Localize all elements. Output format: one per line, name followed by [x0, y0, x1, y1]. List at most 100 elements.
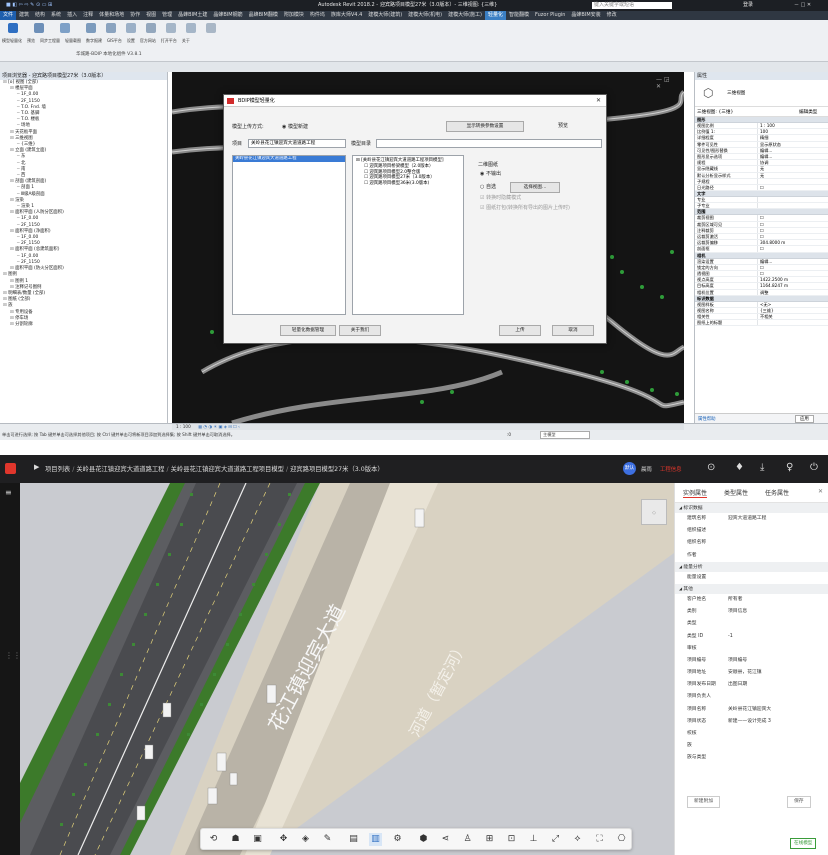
settings-icon[interactable]	[146, 23, 156, 33]
report-icon[interactable]	[106, 23, 116, 33]
ribbon-tab[interactable]: 建模大师(建筑)	[365, 11, 405, 20]
ribbon-button-label[interactable]: 关于	[182, 38, 190, 43]
share-icon[interactable]: ⋖	[439, 833, 452, 846]
ribbon-tab[interactable]: 族库大师V4.4	[328, 11, 365, 20]
property-value[interactable]: 编辑...	[757, 258, 828, 264]
web-3d-viewport[interactable]: 花江镇迎宾大道 河道（暂定河） ◇	[20, 483, 674, 855]
fullscreen-icon[interactable]: ⎔	[615, 833, 628, 846]
property-value[interactable]: 1164.8247 m	[757, 283, 828, 289]
preview-icon[interactable]	[34, 23, 44, 33]
user-badge[interactable]: 默认	[623, 462, 636, 475]
model-tree-icon[interactable]: ▤	[347, 833, 360, 846]
property-value[interactable]	[757, 320, 828, 326]
ribbon-tab[interactable]: 晶蜂BIM钢筋	[210, 11, 245, 20]
tab-task[interactable]: 任务属性	[765, 488, 789, 497]
property-value[interactable]: 无	[757, 172, 828, 178]
breadcrumb-item[interactable]: 项目列表	[45, 466, 70, 473]
property-value[interactable]: ☐	[757, 184, 828, 191]
model-tree-item[interactable]: ☐ 迎宾路项目模型36米(3.0版本)	[356, 181, 463, 187]
window-controls[interactable]: － □ ✕	[794, 0, 811, 11]
tab-type[interactable]: 类型属性	[724, 488, 748, 497]
scale-label[interactable]: 1 : 100	[176, 424, 191, 429]
property-value[interactable]: ☐	[757, 221, 828, 227]
apply-button[interactable]: 应用	[795, 415, 814, 423]
cancel-button[interactable]: 取消	[552, 325, 594, 336]
ribbon-button-label[interactable]: 打开平台	[161, 38, 177, 43]
property-value[interactable]: 不相关	[757, 314, 828, 320]
project-input[interactable]: 关岭县花江镇迎宾大道道路工程	[248, 139, 346, 148]
ribbon-button-label[interactable]: 同步工程量	[40, 38, 60, 43]
record-icon[interactable]: ⊡	[505, 833, 518, 846]
radio-new-model[interactable]: ◉ 模型新建	[282, 123, 308, 130]
property-value[interactable]: 编辑...	[757, 147, 828, 153]
properties-icon[interactable]: ▥	[369, 833, 382, 846]
data-management-button[interactable]: 轻量化数据管理	[280, 325, 336, 336]
clock-icon[interactable]: ⊙	[707, 462, 715, 473]
property-value[interactable]: ☐	[757, 270, 828, 277]
ribbon-tab[interactable]: 文件	[0, 11, 17, 20]
settings-icon[interactable]: ⚙	[391, 833, 404, 846]
ribbon-tab[interactable]: 智能翻模	[506, 11, 532, 20]
property-value[interactable]	[728, 537, 828, 549]
property-value[interactable]	[757, 203, 828, 209]
quick-access-toolbar[interactable]: ■ ◧ ⇦ ⇨ ✎ ⊙ ▭ ⊞	[6, 0, 52, 11]
property-value[interactable]: 304.8000 m	[757, 240, 828, 246]
checkbox-pack-drawings[interactable]: ☑ 图纸打包(转换所有导出的图片上传时)	[480, 205, 570, 212]
ribbon-button-label[interactable]: 官方网站	[140, 38, 156, 43]
view-selector[interactable]: 三维视图: {三维}	[697, 109, 733, 115]
ribbon-tab[interactable]: 轻量化	[484, 11, 506, 20]
property-value[interactable]: -1	[728, 631, 828, 643]
radio-no-output[interactable]: ◉ 不输出	[480, 171, 501, 178]
view-control-icons[interactable]: ▦ ◔ ◑ ☀ ▣ ◈ ⊟ ☐ ‹	[198, 424, 240, 429]
grid-icon[interactable]: ⋮⋮	[5, 651, 21, 660]
about-us-button[interactable]: 关于我们	[339, 325, 381, 336]
property-value[interactable]: 迎宾大道道路工程	[728, 513, 828, 525]
section-icon[interactable]: ◈	[299, 833, 312, 846]
radio-custom[interactable]: ○ 自选	[480, 184, 496, 191]
property-section-header[interactable]: ◢ 标识数据	[675, 503, 828, 513]
property-value[interactable]: ☐	[757, 215, 828, 221]
ribbon-tab[interactable]: Fuzor Plugin	[532, 11, 568, 20]
view-cube[interactable]: — ◲ ✕	[656, 76, 676, 90]
property-value[interactable]: {三维}	[757, 307, 828, 314]
property-value[interactable]: 编辑...	[757, 153, 828, 160]
drawing-icon[interactable]	[86, 23, 96, 33]
new-attribute-button[interactable]: 新建附加	[687, 796, 721, 808]
ribbon-tab[interactable]: 注释	[80, 11, 96, 20]
edit-type-button[interactable]: 编辑类型	[799, 109, 817, 115]
save-button[interactable]: 保存	[787, 796, 811, 808]
tab-instance[interactable]: 实例属性	[683, 488, 708, 498]
project-list-item[interactable]: 关岭县花江镇迎宾大道道路工程	[233, 156, 345, 162]
ribbon-tab[interactable]: 协作	[127, 11, 143, 20]
model-tree[interactable]: ⊟ [关岭县花江镇迎宾大道道路工程项目模型] ☐ 迎宾路项目桥梁模型（2.0版本）…	[352, 155, 464, 315]
property-value[interactable]	[757, 178, 828, 184]
property-value[interactable]	[728, 740, 828, 752]
property-value[interactable]: ☐	[757, 264, 828, 270]
upload-button[interactable]: 上传	[499, 325, 541, 336]
property-value[interactable]: 显示原状态	[757, 141, 828, 147]
checkbox-hide-mode[interactable]: ☑ 转换时隐藏模式	[480, 195, 521, 202]
ribbon-tab[interactable]: 视图	[143, 11, 159, 20]
property-value[interactable]: 调整	[757, 289, 828, 295]
select-view-button[interactable]: 选择视图...	[510, 182, 560, 193]
property-value[interactable]: 出图日期	[728, 679, 828, 691]
property-value[interactable]: 协调	[757, 160, 828, 166]
ribbon-button-label[interactable]: 预览	[27, 38, 35, 43]
gis-icon[interactable]	[126, 23, 136, 33]
property-value[interactable]: 关岭县花江镇迎宾大	[728, 704, 828, 716]
split-icon[interactable]: ⊞	[483, 833, 496, 846]
ribbon-tab[interactable]: 晶蜂BIM安装	[568, 11, 603, 20]
camera-icon[interactable]: ▣	[251, 833, 264, 846]
pen-icon[interactable]: ✎	[321, 833, 334, 846]
power-icon[interactable]: ⏻	[810, 462, 818, 473]
ribbon-tab[interactable]: 晶蜂BIM翻模	[246, 11, 281, 20]
close-icon[interactable]: ✕	[818, 488, 823, 495]
breadcrumb-item[interactable]: 关岭县花江镇迎宾大道道路工程	[76, 466, 164, 473]
breadcrumb-item[interactable]: 关岭县花江镇迎宾大道道路工程项目模型	[171, 466, 284, 473]
download-icon[interactable]: ⤓	[760, 462, 764, 473]
ribbon-tab[interactable]: 体量和场地	[96, 11, 127, 20]
property-value[interactable]: ☐	[757, 227, 828, 233]
property-value[interactable]	[728, 525, 828, 537]
property-value[interactable]: 项目编号	[728, 655, 828, 667]
orbit-icon[interactable]: ⟲	[207, 833, 220, 846]
